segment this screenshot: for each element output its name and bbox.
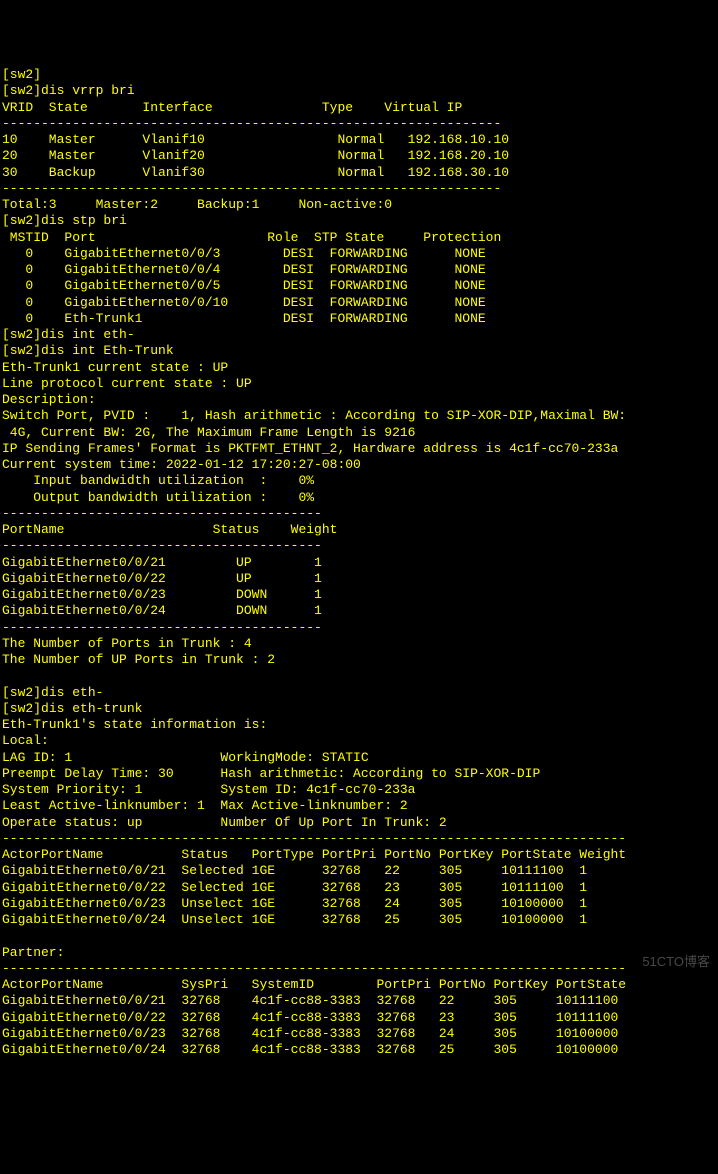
description-label: Description: <box>2 392 96 407</box>
separator: ----------------------------------------… <box>2 506 322 521</box>
active-linknumber: Least Active-linknumber: 1 Max Active-li… <box>2 798 408 813</box>
num-ports: The Number of Ports in Trunk : 4 <box>2 636 252 651</box>
separator: ----------------------------------------… <box>2 620 322 635</box>
stp-row: 0 Eth-Trunk1 DESI FORWARDING NONE <box>2 311 486 326</box>
switch-port-info: 4G, Current BW: 2G, The Maximum Frame Le… <box>2 425 415 440</box>
partner-label: Partner: <box>2 945 64 960</box>
stp-row: 0 GigabitEthernet0/0/10 DESI FORWARDING … <box>2 295 486 310</box>
prompt: [sw2] <box>2 83 41 98</box>
separator: ----------------------------------------… <box>2 538 322 553</box>
lag-id: LAG ID: 1 WorkingMode: STATIC <box>2 750 369 765</box>
stp-row: 0 GigabitEthernet0/0/5 DESI FORWARDING N… <box>2 278 486 293</box>
prompt: [sw2] <box>2 685 41 700</box>
prompt: [sw2] <box>2 67 41 82</box>
actor-row: GigabitEthernet0/0/24 Unselect 1GE 32768… <box>2 912 587 927</box>
output-bandwidth: Output bandwidth utilization : 0% <box>2 490 314 505</box>
partner-row: GigabitEthernet0/0/22 32768 4c1f-cc88-33… <box>2 1010 618 1025</box>
prompt: [sw2] <box>2 213 41 228</box>
separator: ----------------------------------------… <box>2 181 501 196</box>
num-up-ports: The Number of UP Ports in Trunk : 2 <box>2 652 275 667</box>
separator: ----------------------------------------… <box>2 116 501 131</box>
port-row: GigabitEthernet0/0/23 DOWN 1 <box>2 587 322 602</box>
watermark: 51CTO博客 <box>642 954 710 970</box>
actor-row: GigabitEthernet0/0/23 Unselect 1GE 32768… <box>2 896 587 911</box>
terminal-output: [sw2] [sw2]dis vrrp bri VRID State Inter… <box>2 67 718 1058</box>
command-line[interactable]: dis int Eth-Trunk <box>41 343 174 358</box>
actor-row: GigabitEthernet0/0/22 Selected 1GE 32768… <box>2 880 587 895</box>
separator: ----------------------------------------… <box>2 961 626 976</box>
port-row: GigabitEthernet0/0/24 DOWN 1 <box>2 603 322 618</box>
vrrp-totals: Total:3 Master:2 Backup:1 Non-active:0 <box>2 197 392 212</box>
stp-row: 0 GigabitEthernet0/0/4 DESI FORWARDING N… <box>2 262 486 277</box>
partner-header: ActorPortName SysPri SystemID PortPri Po… <box>2 977 626 992</box>
command-line[interactable]: dis vrrp bri <box>41 83 135 98</box>
actor-row: GigabitEthernet0/0/21 Selected 1GE 32768… <box>2 863 587 878</box>
local-label: Local: <box>2 733 49 748</box>
line-protocol: Line protocol current state : UP <box>2 376 252 391</box>
ip-sending-info: IP Sending Frames' Format is PKTFMT_ETHN… <box>2 441 618 456</box>
command-line[interactable]: dis int eth- <box>41 327 135 342</box>
vrrp-row: 20 Master Vlanif20 Normal 192.168.20.10 <box>2 148 509 163</box>
command-line[interactable]: dis eth- <box>41 685 103 700</box>
prompt: [sw2] <box>2 327 41 342</box>
stp-row: 0 GigabitEthernet0/0/3 DESI FORWARDING N… <box>2 246 486 261</box>
system-time: Current system time: 2022-01-12 17:20:27… <box>2 457 361 472</box>
prompt: [sw2] <box>2 343 41 358</box>
stp-header: MSTID Port Role STP State Protection <box>2 230 501 245</box>
port-row: GigabitEthernet0/0/21 UP 1 <box>2 555 322 570</box>
actor-header: ActorPortName Status PortType PortPri Po… <box>2 847 626 862</box>
port-header: PortName Status Weight <box>2 522 337 537</box>
prompt: [sw2] <box>2 701 41 716</box>
partner-row: GigabitEthernet0/0/23 32768 4c1f-cc88-33… <box>2 1026 618 1041</box>
vrrp-header: VRID State Interface Type Virtual IP <box>2 100 462 115</box>
switch-port-info: Switch Port, PVID : 1, Hash arithmetic :… <box>2 408 626 423</box>
system-priority: System Priority: 1 System ID: 4c1f-cc70-… <box>2 782 415 797</box>
vrrp-row: 30 Backup Vlanif30 Normal 192.168.30.10 <box>2 165 509 180</box>
partner-row: GigabitEthernet0/0/21 32768 4c1f-cc88-33… <box>2 993 618 1008</box>
preempt-delay: Preempt Delay Time: 30 Hash arithmetic: … <box>2 766 540 781</box>
command-line[interactable]: dis eth-trunk <box>41 701 142 716</box>
command-line[interactable]: dis stp bri <box>41 213 127 228</box>
partner-row: GigabitEthernet0/0/24 32768 4c1f-cc88-33… <box>2 1042 618 1057</box>
operate-status: Operate status: up Number Of Up Port In … <box>2 815 447 830</box>
port-row: GigabitEthernet0/0/22 UP 1 <box>2 571 322 586</box>
input-bandwidth: Input bandwidth utilization : 0% <box>2 473 314 488</box>
trunk-info: Eth-Trunk1's state information is: <box>2 717 267 732</box>
separator: ----------------------------------------… <box>2 831 626 846</box>
vrrp-row: 10 Master Vlanif10 Normal 192.168.10.10 <box>2 132 509 147</box>
trunk-state: Eth-Trunk1 current state : UP <box>2 360 228 375</box>
